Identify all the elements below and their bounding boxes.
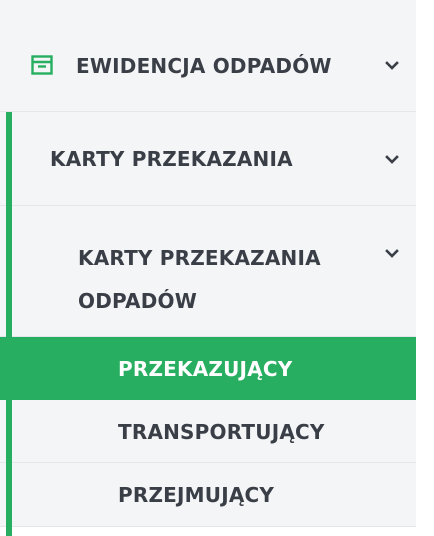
chevron-down-icon[interactable]: [385, 246, 399, 260]
chevron-down-icon[interactable]: [385, 152, 399, 166]
menu-item-label: KARTY PRZEKAZANIA ODPADÓW: [78, 246, 321, 313]
menu-item-label: TRANSPORTUJĄCY: [118, 420, 325, 444]
menu-item-karty-przekazania[interactable]: KARTY PRZEKAZANIA: [0, 112, 416, 206]
chevron-down-icon[interactable]: [385, 58, 399, 72]
sidebar-menu: EWIDENCJA ODPADÓW KARTY PRZEKAZANIA KART…: [0, 0, 434, 536]
archive-box-icon: [31, 54, 53, 76]
menu-top-spacer: [0, 0, 416, 20]
menu-item-ewidencja-odpadow[interactable]: EWIDENCJA ODPADÓW: [0, 20, 416, 112]
menu-item-label: EWIDENCJA ODPADÓW: [76, 54, 332, 78]
menu-item-label: KARTY PRZEKAZANIA: [50, 147, 293, 171]
menu-item-przekazujacy[interactable]: PRZEKAZUJĄCY: [0, 337, 416, 400]
menu-item-karty-przekazania-odpadow[interactable]: KARTY PRZEKAZANIA ODPADÓW: [0, 206, 416, 337]
active-section-indicator: [6, 112, 12, 536]
menu-item-przejmujacy[interactable]: PRZEJMUJĄCY: [0, 463, 416, 527]
menu-item-transportujacy[interactable]: TRANSPORTUJĄCY: [0, 400, 416, 463]
menu-item-label: PRZEJMUJĄCY: [118, 483, 275, 507]
menu-bottom-spacer: [0, 527, 416, 536]
menu-item-label: PRZEKAZUJĄCY: [118, 357, 293, 381]
